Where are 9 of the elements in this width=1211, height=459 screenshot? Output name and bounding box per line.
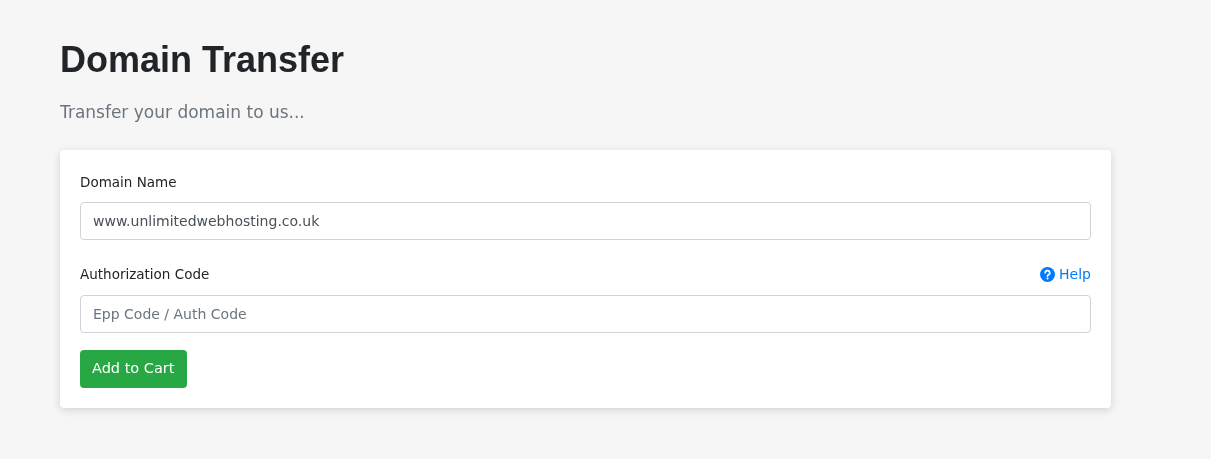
field-label: Domain Name xyxy=(80,173,177,192)
help-icon xyxy=(1040,266,1056,282)
input-field[interactable]: Epp Code / Auth Code xyxy=(80,295,1091,333)
add-to-cart-button[interactable]: Add to Cart xyxy=(80,350,187,388)
field-label: Authorization Code xyxy=(80,265,210,284)
help-link[interactable]: Help xyxy=(1040,264,1091,284)
input-field[interactable]: www.unlimitedwebhosting.co.uk xyxy=(80,202,1091,240)
page-subtitle: Transfer your domain to us... xyxy=(60,101,305,124)
page-title: Domain Transfer xyxy=(60,38,345,82)
